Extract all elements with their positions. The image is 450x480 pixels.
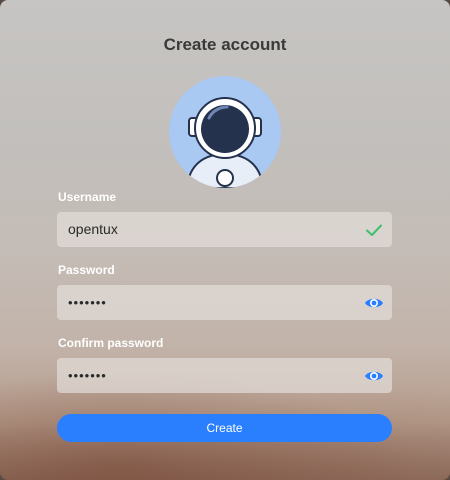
confirm-password-label: Confirm password xyxy=(58,336,164,350)
eye-icon[interactable] xyxy=(364,293,384,313)
username-label: Username xyxy=(58,190,117,204)
create-account-window: Create account Username opentux Password… xyxy=(0,0,450,480)
password-field[interactable]: ••••••• xyxy=(57,285,392,320)
confirm-password-field[interactable]: ••••••• xyxy=(57,358,392,393)
create-button[interactable]: Create xyxy=(57,414,392,442)
confirm-password-value: ••••••• xyxy=(68,368,107,383)
astronaut-avatar-icon xyxy=(169,76,281,188)
window-title: Create account xyxy=(163,35,287,54)
password-label: Password xyxy=(58,263,115,277)
password-value: ••••••• xyxy=(68,295,107,310)
username-value: opentux xyxy=(68,221,118,237)
username-field[interactable]: opentux xyxy=(57,212,392,247)
avatar[interactable] xyxy=(169,76,281,188)
eye-icon[interactable] xyxy=(364,366,384,386)
checkmark-icon xyxy=(364,220,384,240)
